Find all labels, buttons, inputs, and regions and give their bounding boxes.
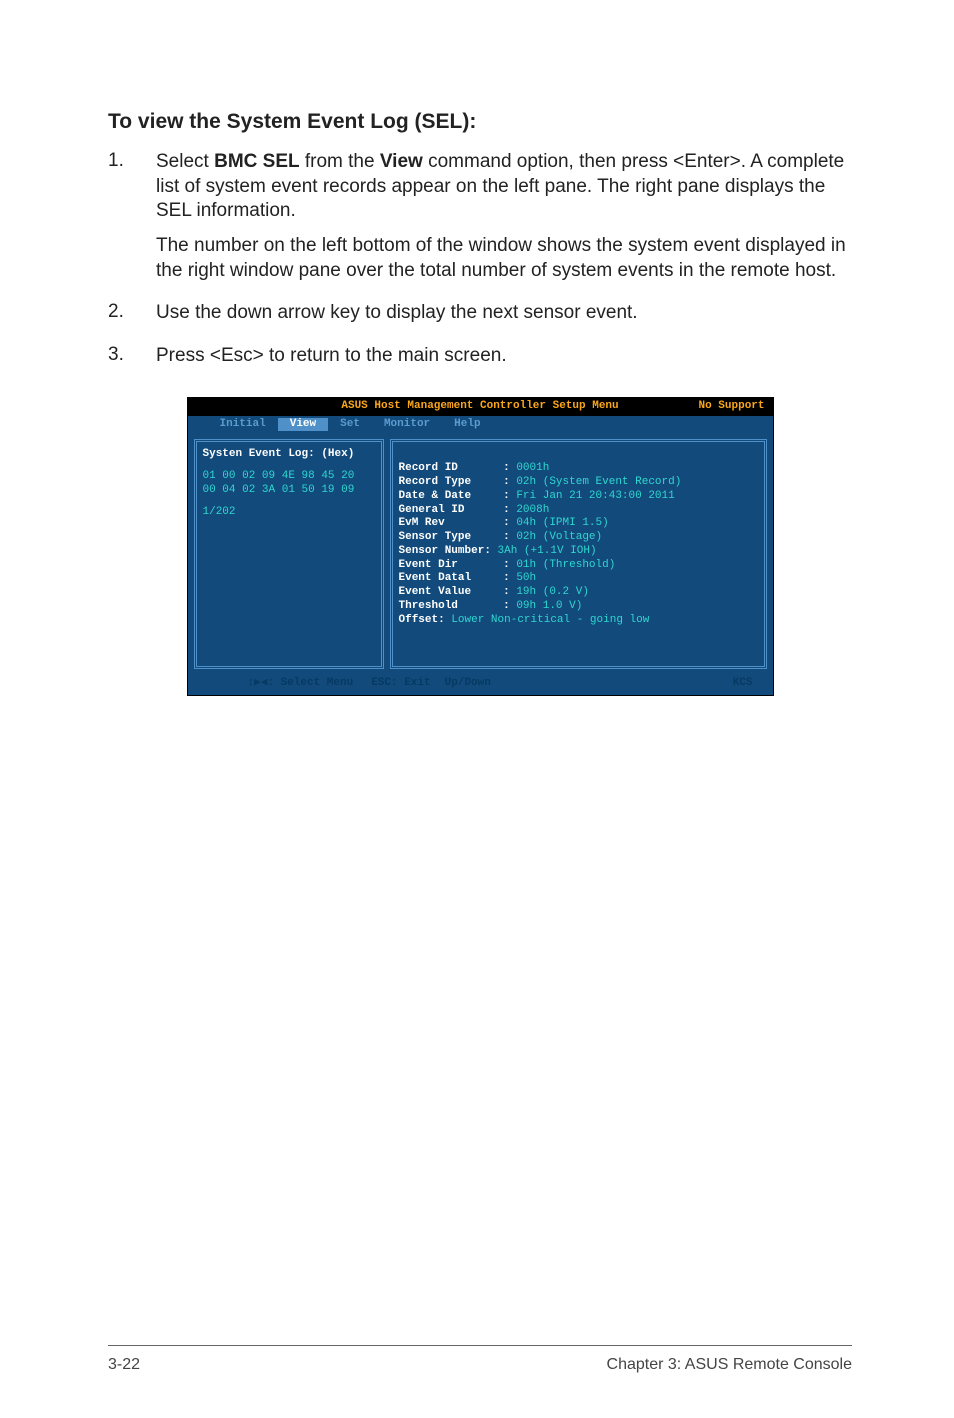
footer-kcs: KCS — [733, 677, 753, 691]
detail-row: Threshold : 09h 1.0 V) — [399, 600, 758, 614]
terminal-menubar: Initial View Set Monitor Help — [188, 416, 773, 434]
menu-set[interactable]: Set — [328, 418, 372, 432]
step-number: 2. — [108, 301, 156, 336]
menu-monitor[interactable]: Monitor — [372, 418, 442, 432]
menu-initial[interactable]: Initial — [208, 418, 278, 432]
detail-row: General ID : 2008h — [399, 504, 758, 518]
detail-row: Event Value : 19h (0.2 V) — [399, 586, 758, 600]
step-1-text: Select BMC SEL from the View command opt… — [156, 150, 852, 224]
terminal-title: ASUS Host Management Controller Setup Me… — [341, 400, 618, 414]
footer-esc: ESC: — [371, 677, 397, 691]
footer-updown: Up/Down — [445, 677, 491, 691]
menu-view[interactable]: View — [278, 418, 328, 432]
chapter-title: Chapter 3: ASUS Remote Console — [607, 1356, 852, 1374]
terminal-screenshot: ASUS Host Management Controller Setup Me… — [187, 397, 774, 696]
detail-row: Date & Date : Fri Jan 21 20:43:00 2011 — [399, 490, 758, 504]
terminal-title-bar: ASUS Host Management Controller Setup Me… — [188, 398, 773, 416]
terminal-footer: ↕▶◀: Select Menu ESC: Exit Up/Down KCS — [188, 675, 773, 695]
sel-header: Systen Event Log: (Hex) — [203, 448, 375, 462]
detail-row: Record ID : 0001h — [399, 462, 758, 476]
steps-list: 1. Select BMC SEL from the View command … — [108, 150, 852, 379]
detail-row: Event Datal : 50h — [399, 572, 758, 586]
menu-help[interactable]: Help — [442, 418, 492, 432]
footer-arrows: ↕▶◀: — [248, 677, 274, 691]
detail-row: Record Type : 02h (System Event Record) — [399, 476, 758, 490]
step-1-note: The number on the left bottom of the win… — [156, 234, 852, 283]
footer-exit — [398, 677, 405, 691]
hex-row: 00 04 02 3A 01 50 19 09 — [203, 484, 375, 498]
footer-select — [274, 677, 281, 691]
left-pane: Systen Event Log: (Hex) 01 00 02 09 4E 9… — [194, 439, 384, 669]
step-2-text: Use the down arrow key to display the ne… — [156, 301, 852, 326]
section-heading: To view the System Event Log (SEL): — [108, 110, 852, 134]
step-number: 1. — [108, 150, 156, 293]
detail-row: EvM Rev : 04h (IPMI 1.5) — [399, 517, 758, 531]
detail-row: Event Dir : 01h (Threshold) — [399, 559, 758, 573]
right-pane: Record ID : 0001hRecord Type : 02h (Syst… — [390, 439, 767, 669]
hex-row: 01 00 02 09 4E 98 45 20 — [203, 470, 375, 484]
terminal-title-right: No Support — [698, 400, 764, 414]
detail-row: Sensor Type : 02h (Voltage) — [399, 531, 758, 545]
page-number: 3-22 — [108, 1356, 140, 1374]
step-3-text: Press <Esc> to return to the main screen… — [156, 344, 852, 369]
detail-row: Sensor Number: 3Ah (+1.1V IOH) — [399, 545, 758, 559]
step-number: 3. — [108, 344, 156, 379]
footer-rule — [108, 1345, 852, 1346]
offset-line: Offset: Lower Non-critical - going low — [399, 614, 758, 628]
record-count: 1/202 — [203, 506, 375, 520]
